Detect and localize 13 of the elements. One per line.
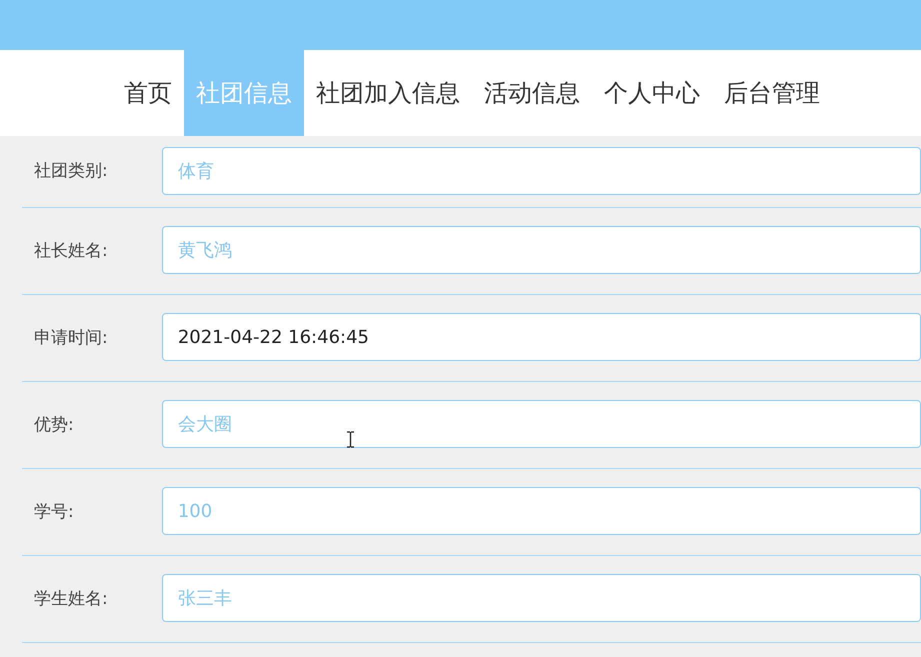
nav-tab[interactable]: 活动信息 <box>472 50 592 136</box>
input-field[interactable]: 2021-04-22 16:46:45 <box>162 313 921 361</box>
field-label: 优势: <box>33 414 75 436</box>
nav-tab[interactable]: 社团加入信息 <box>304 50 472 136</box>
nav-tab[interactable]: 后台管理 <box>712 50 832 136</box>
field-label: 申请时间: <box>33 326 109 348</box>
text-cursor-icon <box>346 431 355 448</box>
nav-tab[interactable]: 个人中心 <box>592 50 712 136</box>
field-label: 学生姓名: <box>33 588 109 610</box>
field-label: 社长姓名: <box>33 240 109 262</box>
field-label: 学号: <box>33 500 75 522</box>
nav-tab[interactable]: 首页 <box>112 50 184 136</box>
field-label: 社团类别: <box>33 160 109 182</box>
